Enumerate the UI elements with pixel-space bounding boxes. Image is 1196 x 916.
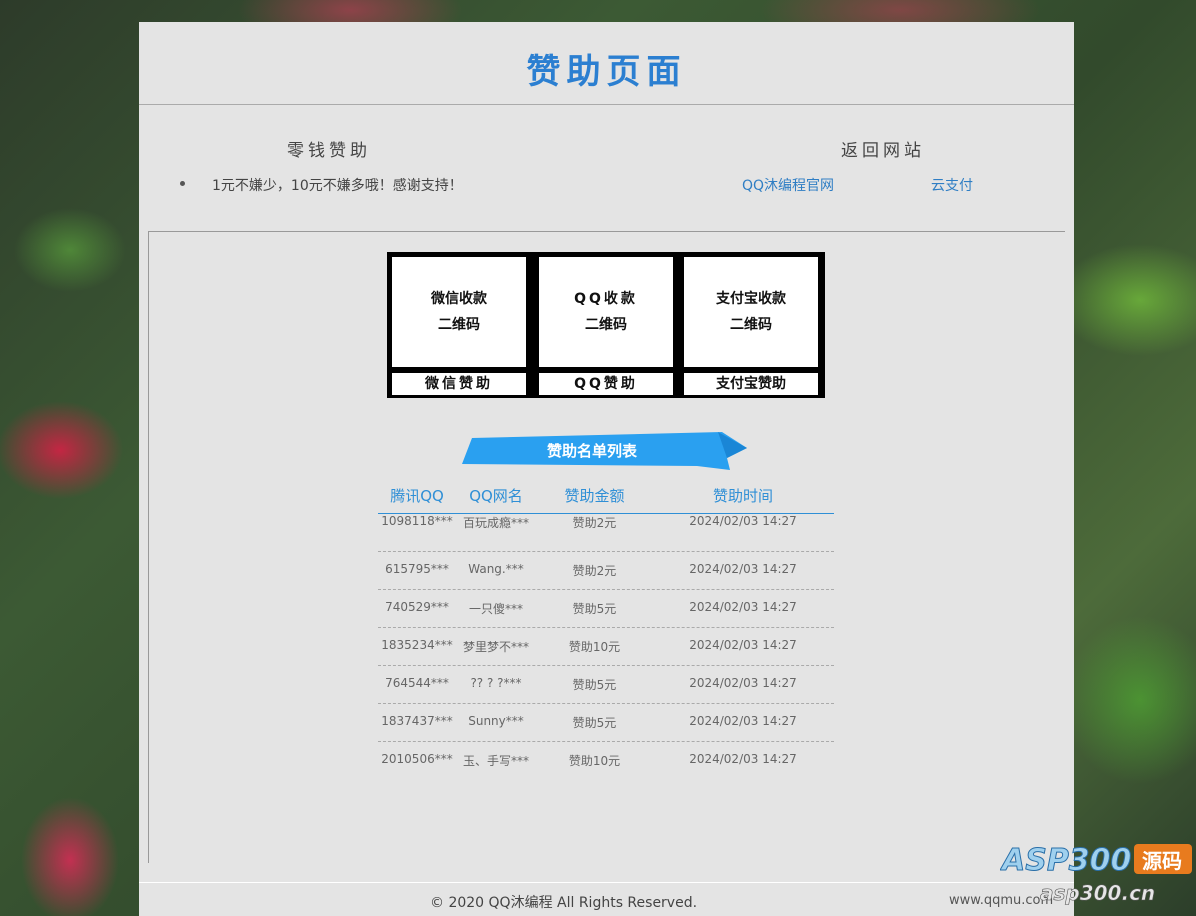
cell-amount: 赞助10元	[568, 754, 621, 768]
qr-line1: QQ收款	[574, 291, 638, 307]
qr-line2: 二维码	[585, 317, 627, 333]
table-row: 1835234*** 梦里梦不*** 赞助10元 2024/02/03 14:2…	[378, 628, 834, 666]
alipay-sponsor-caption[interactable]: 支付宝赞助	[684, 373, 818, 395]
cell-time: 2024/02/03 14:27	[689, 562, 797, 576]
table-row: 764544*** ?? ? ?*** 赞助5元 2024/02/03 14:2…	[378, 666, 834, 704]
watermark-tag: 源码	[1142, 849, 1182, 873]
cell-nickname: 百玩成瘾***	[462, 516, 529, 530]
watermark-brand: ASP300	[1000, 843, 1131, 878]
cell-nickname: ?? ? ?***	[470, 676, 522, 690]
cell-amount: 赞助5元	[572, 602, 617, 616]
cell-qq: 740529***	[385, 600, 449, 614]
asp300-watermark-logo: ASP300 源码 asp300.cn	[1000, 843, 1192, 905]
table-header: 腾讯QQ QQ网名 赞助金额 赞助时间	[378, 482, 834, 514]
cell-nickname: Sunny***	[468, 714, 524, 728]
cell-qq: 1837437***	[381, 714, 453, 728]
table-row: 2010506*** 玉、手写*** 赞助10元 2024/02/03 14:2…	[378, 742, 834, 780]
table-row: 740529*** 一只傻*** 赞助5元 2024/02/03 14:27	[378, 590, 834, 628]
cell-qq: 615795***	[385, 562, 449, 576]
qr-code-banner: 微信收款二维码 QQ收款二维码 支付宝收款二维码 微信赞助 QQ赞助 支付宝赞助	[387, 252, 825, 398]
watermark-domain: asp300.cn	[1040, 881, 1155, 905]
cell-amount: 赞助2元	[572, 564, 617, 578]
alipay-qr-code[interactable]: 支付宝收款 二维码	[684, 257, 818, 367]
cell-time: 2024/02/03 14:27	[689, 752, 797, 766]
qr-line1: 支付宝收款	[716, 291, 786, 307]
cell-qq: 1835234***	[381, 638, 453, 652]
cell-amount: 赞助10元	[568, 640, 621, 654]
cell-qq: 2010506***	[381, 752, 453, 766]
qq-sponsor-caption[interactable]: QQ赞助	[539, 373, 673, 395]
bullet-icon	[180, 181, 185, 186]
main-panel: 赞助页面 零钱赞助 返回网站 1元不嫌少，10元不嫌多哦！感谢支持！ QQ沐编程…	[139, 22, 1074, 916]
donation-note: 1元不嫌少，10元不嫌多哦！感谢支持！	[212, 178, 463, 194]
cell-time: 2024/02/03 14:27	[689, 638, 797, 652]
header-nickname: QQ网名	[469, 487, 523, 505]
cell-amount: 赞助5元	[572, 678, 617, 692]
sponsor-list-title: 赞助名单列表	[546, 442, 637, 460]
footer-divider	[139, 882, 1074, 883]
header-amount: 赞助金额	[564, 487, 625, 505]
small-change-heading: 零钱赞助	[287, 141, 371, 161]
qqmu-official-link[interactable]: QQ沐编程官网	[742, 175, 834, 195]
sponsor-table: 腾讯QQ QQ网名 赞助金额 赞助时间 1098118*** 百玩成瘾*** 赞…	[378, 482, 834, 780]
copyright-text: © 2020 QQ沐编程 All Rights Reserved.	[430, 895, 698, 911]
table-body: 1098118*** 百玩成瘾*** 赞助2元 2024/02/03 14:27…	[378, 514, 834, 780]
cell-qq: 1098118***	[381, 514, 453, 528]
qr-line2: 二维码	[730, 317, 772, 333]
cell-nickname: 梦里梦不***	[462, 640, 529, 654]
cell-time: 2024/02/03 14:27	[689, 514, 797, 528]
header-time: 赞助时间	[712, 487, 773, 505]
cell-nickname: Wang.***	[468, 562, 524, 576]
wechat-qr-code[interactable]: 微信收款 二维码	[392, 257, 526, 367]
table-row: 615795*** Wang.*** 赞助2元 2024/02/03 14:27	[378, 552, 834, 590]
cell-amount: 赞助2元	[572, 516, 617, 530]
qr-line1: 微信收款	[431, 291, 487, 307]
header-qq: 腾讯QQ	[390, 487, 444, 505]
cell-time: 2024/02/03 14:27	[689, 600, 797, 614]
qr-line2: 二维码	[438, 317, 480, 333]
cell-nickname: 玉、手写***	[462, 754, 529, 768]
back-to-site-heading: 返回网站	[841, 141, 925, 161]
wechat-sponsor-caption[interactable]: 微信赞助	[392, 373, 526, 395]
cell-qq: 764544***	[385, 676, 449, 690]
qq-qr-code[interactable]: QQ收款二维码	[539, 257, 673, 367]
page-title: 赞助页面	[526, 52, 687, 92]
cell-nickname: 一只傻***	[468, 602, 523, 616]
cell-time: 2024/02/03 14:27	[689, 714, 797, 728]
table-row: 1837437*** Sunny*** 赞助5元 2024/02/03 14:2…	[378, 704, 834, 742]
cloud-pay-link[interactable]: 云支付	[931, 175, 973, 195]
cell-amount: 赞助5元	[572, 716, 617, 730]
cell-time: 2024/02/03 14:27	[689, 676, 797, 690]
table-row: 1098118*** 百玩成瘾*** 赞助2元 2024/02/03 14:27	[378, 514, 834, 552]
header-divider	[139, 104, 1074, 105]
